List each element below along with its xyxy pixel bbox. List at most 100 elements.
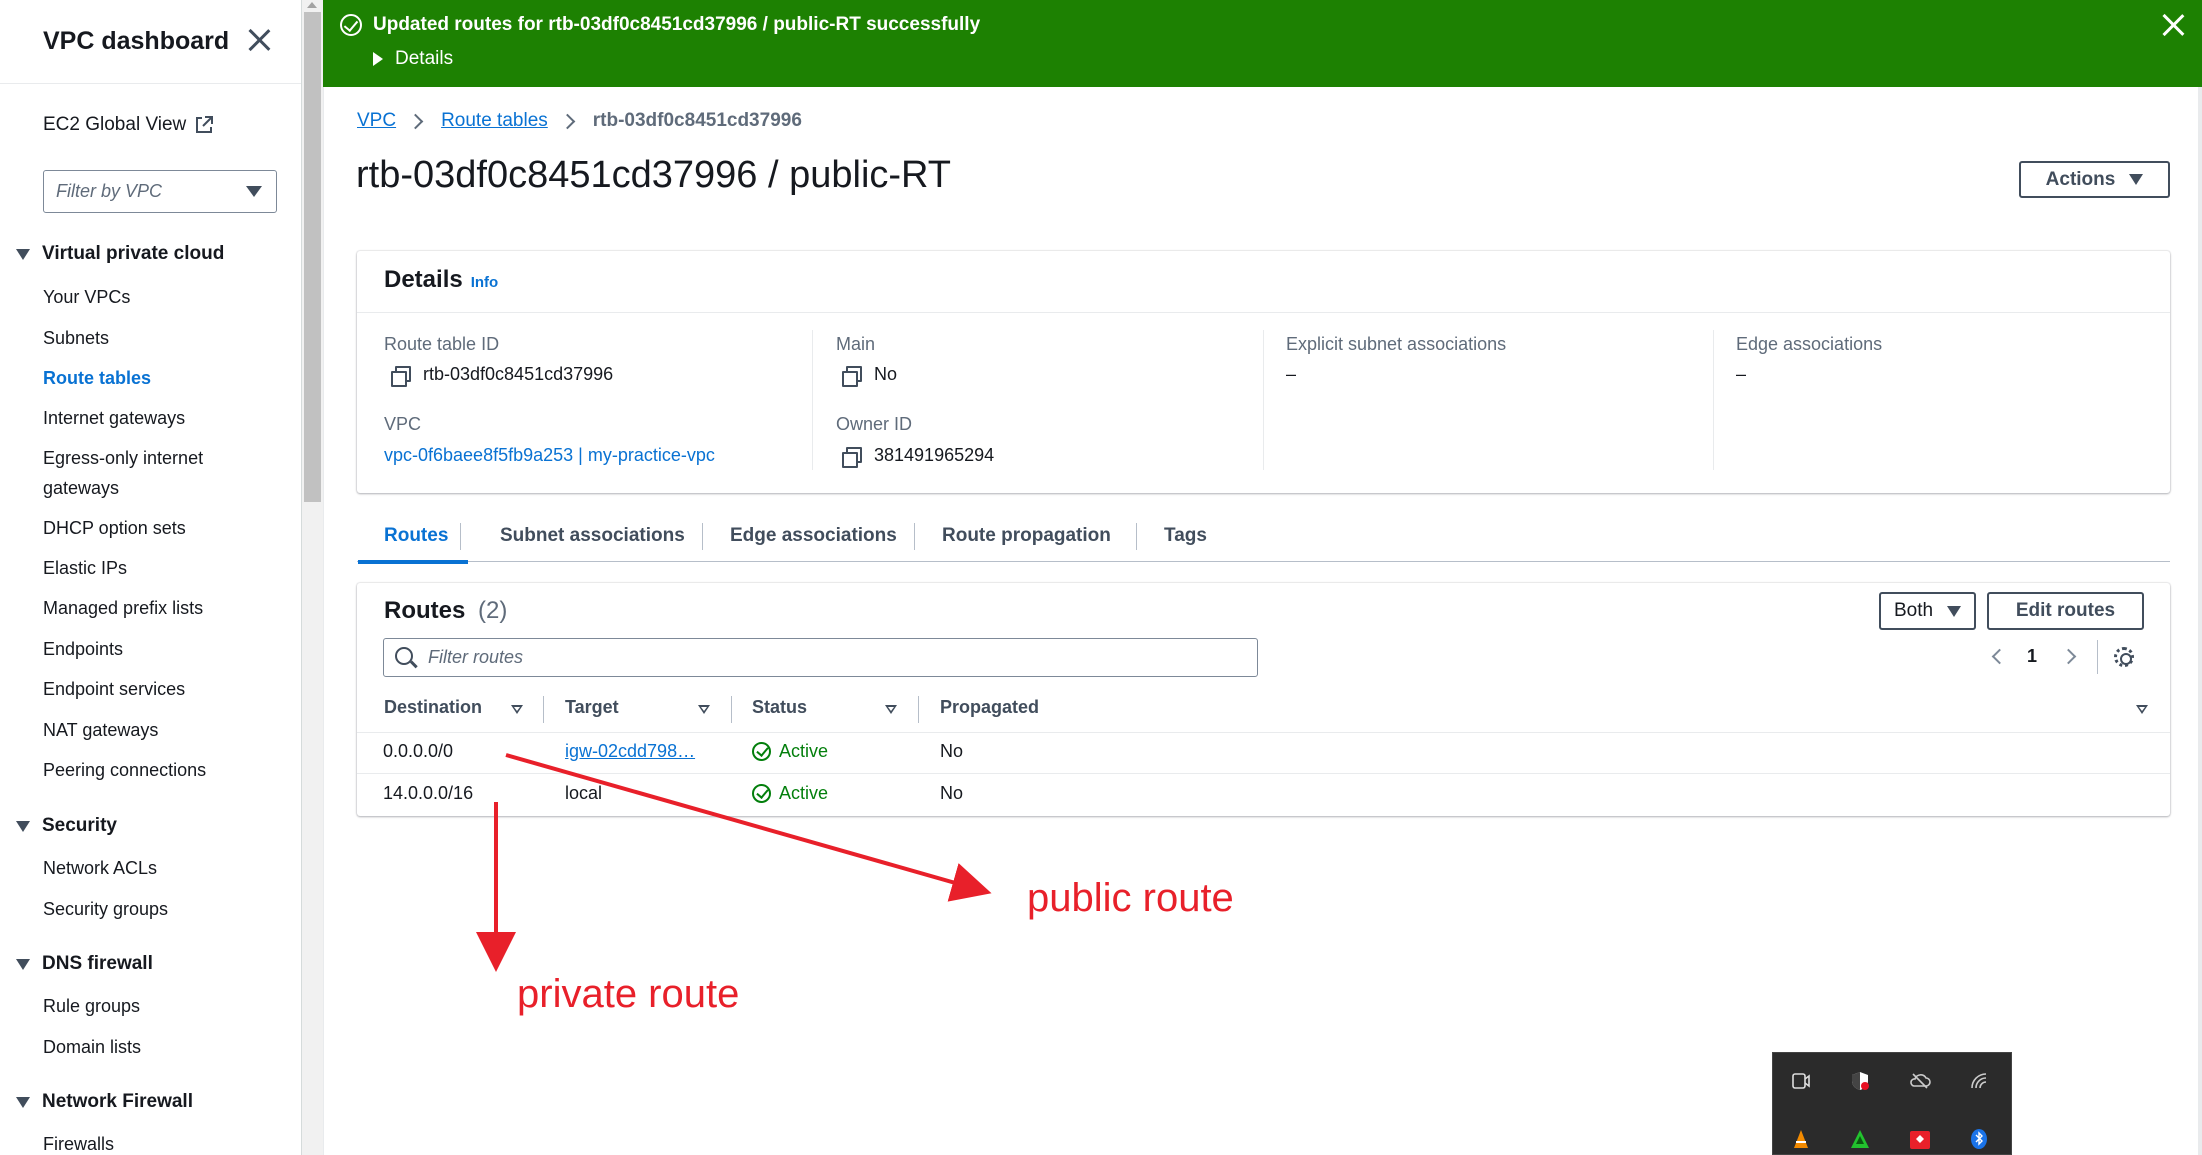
routes-title: Routes (2) <box>384 597 507 625</box>
vpc-link[interactable]: vpc-0f6baee8f5fb9a253 | my-practice-vpc <box>384 445 715 466</box>
sort-caret-icon[interactable] <box>2136 705 2148 714</box>
copy-icon[interactable] <box>391 365 411 387</box>
nav-item-route-tables[interactable]: Route tables <box>43 363 151 393</box>
column-header-destination[interactable]: Destination <box>384 697 482 718</box>
route-status: Active <box>752 783 828 804</box>
nav-item-nat-gateways[interactable]: NAT gateways <box>43 715 158 745</box>
column-resizer[interactable] <box>543 696 544 723</box>
breadcrumb-current: rtb-03df0c8451cd37996 <box>592 110 802 131</box>
column-header-target[interactable]: Target <box>565 697 619 718</box>
nav-item-subnets[interactable]: Subnets <box>43 323 109 353</box>
nav-section-security[interactable]: Security <box>16 815 117 837</box>
security-shield-icon[interactable] <box>1849 1070 1871 1092</box>
tab-tags[interactable]: Tags <box>1164 510 1207 562</box>
app-tray-green-icon[interactable] <box>1849 1128 1871 1150</box>
close-icon[interactable] <box>2162 14 2184 36</box>
search-icon <box>395 647 413 665</box>
tab-bar: Routes Subnet associations Edge associat… <box>357 510 2170 564</box>
edit-routes-button[interactable]: Edit routes <box>1987 592 2144 630</box>
igw-link[interactable]: igw-02cdd798… <box>565 741 695 762</box>
tab-route-propagation[interactable]: Route propagation <box>942 510 1111 562</box>
vlc-icon[interactable] <box>1790 1128 1812 1150</box>
sort-caret-icon[interactable] <box>511 705 523 714</box>
status-check-icon <box>752 742 771 761</box>
sidebar-header: VPC dashboard <box>0 0 301 84</box>
route-target: local <box>565 783 603 803</box>
nav-item-domain-lists[interactable]: Domain lists <box>43 1032 141 1062</box>
ec2-global-view-label[interactable]: EC2 Global View <box>43 114 186 136</box>
column-header-propagated[interactable]: Propagated <box>940 697 1039 718</box>
success-check-icon <box>340 14 362 36</box>
nav-item-peering[interactable]: Peering connections <box>43 755 206 785</box>
main-scrollbar[interactable] <box>2198 87 2202 1155</box>
vpc-filter-select[interactable]: Filter by VPC <box>43 170 277 213</box>
column-header-status[interactable]: Status <box>752 697 807 718</box>
nav-item-elastic-ips[interactable]: Elastic IPs <box>43 553 127 583</box>
main-value: No <box>842 364 897 387</box>
route-destination: 14.0.0.0/16 <box>383 783 474 803</box>
column-resizer[interactable] <box>731 696 732 723</box>
nav-item-firewalls[interactable]: Firewalls <box>43 1129 114 1155</box>
nav-section-vpc[interactable]: Virtual private cloud <box>16 243 224 265</box>
details-title: Details Info <box>384 266 498 294</box>
nav-item-egress-only-cont[interactable]: gateways <box>43 473 119 503</box>
vpc-value: vpc-0f6baee8f5fb9a253 | my-practice-vpc <box>384 445 715 466</box>
flash-details-toggle[interactable]: Details <box>373 48 453 70</box>
nav-item-endpoint-services[interactable]: Endpoint services <box>43 674 185 704</box>
column-divider <box>812 330 813 470</box>
actions-button[interactable]: Actions <box>2019 161 2170 198</box>
info-link[interactable]: Info <box>471 274 499 291</box>
nav-section-network-firewall[interactable]: Network Firewall <box>16 1091 193 1113</box>
nav-item-your-vpcs[interactable]: Your VPCs <box>43 282 130 312</box>
route-propagated: No <box>940 741 964 761</box>
settings-gear-icon[interactable] <box>2114 647 2134 667</box>
column-resizer[interactable] <box>918 696 919 723</box>
nav-item-network-acls[interactable]: Network ACLs <box>43 853 157 883</box>
sidebar-scrollbar-thumb[interactable] <box>304 12 321 502</box>
sidebar-scrollbar[interactable] <box>302 0 323 1155</box>
onedrive-cloud-icon[interactable] <box>1909 1070 1931 1092</box>
copy-icon[interactable] <box>842 365 862 387</box>
tab-routes[interactable]: Routes <box>357 510 469 564</box>
breadcrumb-vpc[interactable]: VPC <box>357 110 396 132</box>
external-link-icon <box>196 116 214 133</box>
copy-icon[interactable] <box>842 446 862 468</box>
close-icon[interactable] <box>247 28 271 52</box>
nav-item-endpoints[interactable]: Endpoints <box>43 634 123 664</box>
nav-section-label: Virtual private cloud <box>42 243 225 264</box>
nav-section-label: Security <box>42 815 117 836</box>
tab-separator <box>460 523 461 550</box>
page-number[interactable]: 1 <box>2027 646 2037 667</box>
actions-label: Actions <box>2045 168 2116 190</box>
nav-item-security-groups[interactable]: Security groups <box>43 894 168 924</box>
bluetooth-icon[interactable] <box>1968 1128 1990 1150</box>
sort-caret-icon[interactable] <box>698 705 710 714</box>
triangle-down-icon <box>16 958 30 970</box>
filter-routes-input[interactable]: Filter routes <box>383 638 1258 677</box>
anydesk-icon[interactable] <box>1909 1128 1931 1150</box>
scroll-up-arrow-icon[interactable] <box>307 2 317 8</box>
wifi-icon[interactable] <box>1968 1070 1990 1092</box>
nav-item-egress-only[interactable]: Egress-only internet <box>43 443 203 473</box>
vpc-filter-placeholder: Filter by VPC <box>56 181 163 201</box>
nav-item-prefix-lists[interactable]: Managed prefix lists <box>43 593 203 623</box>
ec2-global-view-link[interactable]: EC2 Global View <box>43 114 214 136</box>
nav-item-internet-gateways[interactable]: Internet gateways <box>43 403 185 433</box>
meet-now-icon[interactable] <box>1790 1070 1812 1092</box>
row-divider <box>357 773 2170 774</box>
nav-item-rule-groups[interactable]: Rule groups <box>43 991 140 1021</box>
route-status-text: Active <box>779 741 829 761</box>
routes-count: (2) <box>478 597 508 624</box>
explicit-assoc-label: Explicit subnet associations <box>1286 334 1507 354</box>
nav-item-dhcp[interactable]: DHCP option sets <box>43 513 186 543</box>
system-tray-overflow <box>1772 1052 2012 1155</box>
sidebar-title[interactable]: VPC dashboard <box>43 27 229 56</box>
tab-edge-associations[interactable]: Edge associations <box>730 510 897 562</box>
success-flash-bar: Updated routes for rtb-03df0c8451cd37996… <box>323 0 2202 87</box>
breadcrumb-route-tables[interactable]: Route tables <box>441 110 548 132</box>
nav-section-dns-firewall[interactable]: DNS firewall <box>16 953 153 975</box>
sort-caret-icon[interactable] <box>885 705 897 714</box>
tab-separator <box>1136 523 1137 550</box>
route-filter-select[interactable]: Both <box>1879 592 1976 630</box>
tab-subnet-associations[interactable]: Subnet associations <box>500 510 685 562</box>
